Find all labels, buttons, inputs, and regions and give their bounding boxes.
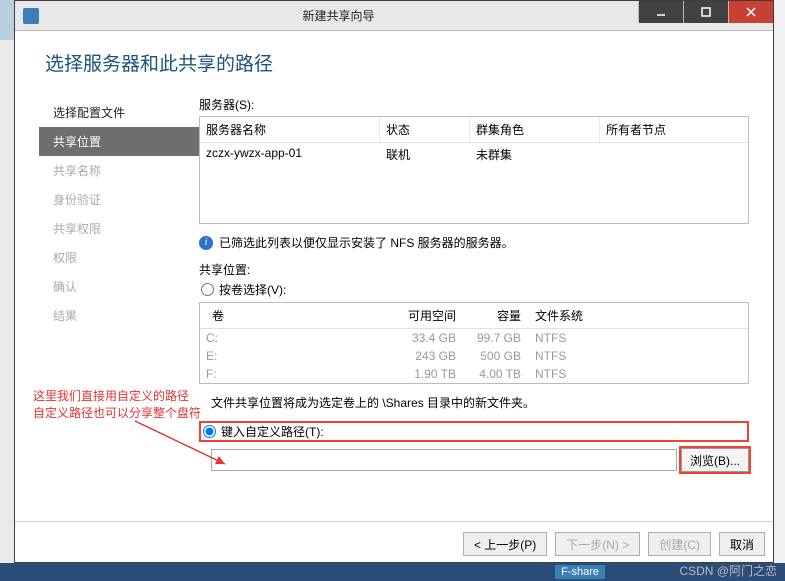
browse-button[interactable]: 浏览(B)... [681, 448, 749, 472]
titlebar: 新建共享向导 [15, 1, 773, 31]
page-title: 选择服务器和此共享的路径 [39, 49, 749, 76]
close-button[interactable] [728, 1, 773, 23]
wizard-window: 新建共享向导 选择服务器和此共享的路径 选择配置文件 共享位置 共享名称 身份验… [14, 0, 774, 563]
cell-role: 未群集 [470, 143, 600, 166]
col-status[interactable]: 状态 [380, 117, 470, 142]
col-capacity[interactable]: 容量 [462, 303, 527, 328]
annotation-arrow-icon [130, 416, 240, 476]
sidebar-item-perm: 权限 [39, 243, 199, 272]
sidebar-item-result: 结果 [39, 301, 199, 330]
col-server-name[interactable]: 服务器名称 [200, 117, 380, 142]
cell-server-name: zczx-ywzx-app-01 [200, 143, 380, 166]
col-cluster-role[interactable]: 群集角色 [470, 117, 600, 142]
radio-by-volume[interactable]: 按卷选择(V): [199, 281, 749, 298]
taskbar-item: F-share [555, 565, 605, 579]
volume-table: 卷 可用空间 容量 文件系统 C: 33.4 GB 99.7 GB NTFS E… [199, 302, 749, 384]
window-title: 新建共享向导 [39, 7, 638, 24]
server-row[interactable]: zczx-ywzx-app-01 联机 未群集 [200, 143, 748, 166]
sidebar-item-confirm: 确认 [39, 272, 199, 301]
next-button: 下一步(N) > [555, 532, 640, 556]
prev-button[interactable]: < 上一步(P) [463, 532, 547, 556]
col-fs[interactable]: 文件系统 [527, 303, 607, 328]
volume-note: 文件共享位置将成为选定卷上的 \Shares 目录中的新文件夹。 [199, 394, 749, 411]
share-location-label: 共享位置: [199, 261, 749, 278]
cell-status: 联机 [380, 143, 470, 166]
footer: < 上一步(P) 下一步(N) > 创建(C) 取消 [15, 521, 773, 562]
create-button: 创建(C) [648, 532, 711, 556]
sidebar-item-name: 共享名称 [39, 156, 199, 185]
maximize-button[interactable] [683, 1, 728, 23]
col-volume[interactable]: 卷 [200, 303, 392, 328]
cancel-button[interactable]: 取消 [719, 532, 765, 556]
radio-by-volume-input[interactable] [201, 283, 214, 296]
volume-row: E: 243 GB 500 GB NTFS [200, 347, 748, 365]
sidebar-item-auth: 身份验证 [39, 185, 199, 214]
server-table: 服务器名称 状态 群集角色 所有者节点 zczx-ywzx-app-01 联机 … [199, 116, 749, 224]
cell-owner [600, 143, 748, 166]
minimize-button[interactable] [638, 1, 683, 23]
watermark: CSDN @阿门之恋 [679, 562, 777, 579]
col-free[interactable]: 可用空间 [392, 303, 462, 328]
sidebar-item-profile[interactable]: 选择配置文件 [39, 98, 199, 127]
info-icon: i [199, 236, 213, 250]
radio-custom-path[interactable]: 键入自定义路径(T): [199, 421, 749, 442]
sidebar-item-location[interactable]: 共享位置 [39, 127, 199, 156]
server-label: 服务器(S): [199, 96, 749, 113]
sidebar-item-share-perm: 共享权限 [39, 214, 199, 243]
custom-path-input[interactable] [211, 449, 677, 471]
info-text: 已筛选此列表以便仅显示安装了 NFS 服务器的服务器。 [219, 234, 514, 251]
radio-by-volume-label: 按卷选择(V): [219, 281, 286, 298]
col-owner-node[interactable]: 所有者节点 [600, 117, 748, 142]
volume-row: C: 33.4 GB 99.7 GB NTFS [200, 329, 748, 347]
volume-row: F: 1.90 TB 4.00 TB NTFS [200, 365, 748, 383]
app-icon [23, 8, 39, 24]
